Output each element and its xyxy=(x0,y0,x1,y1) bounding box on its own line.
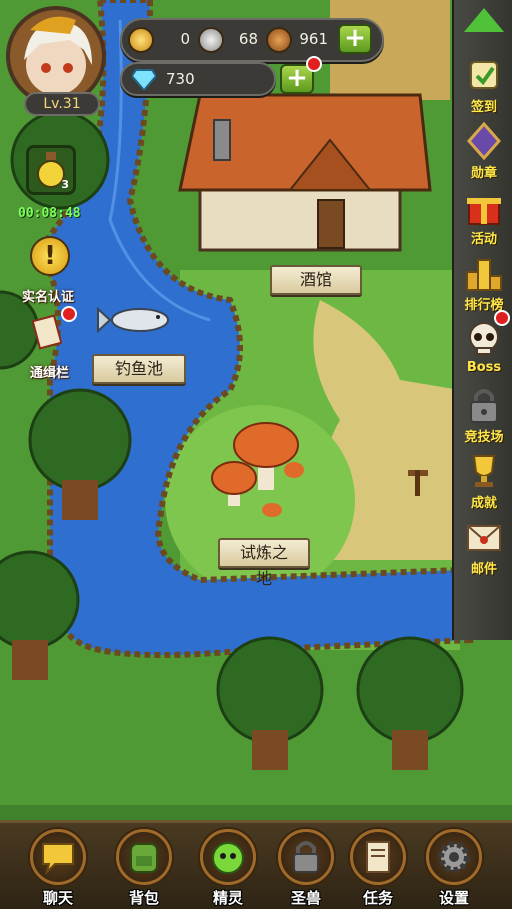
nav-label: 精灵 xyxy=(212,889,243,907)
podium-icon xyxy=(466,259,502,291)
bottom-nav: 聊天 背包 精灵 圣兽 任务 设置 xyxy=(0,820,512,909)
wanted-notification-dot xyxy=(61,306,77,322)
wanted-board-icon[interactable] xyxy=(31,314,63,350)
sidebar-label: 成就 xyxy=(470,496,497,511)
nav-holy-beast[interactable]: 圣兽 xyxy=(274,829,338,909)
medal-icon xyxy=(466,122,502,160)
sidebar-label: 勋章 xyxy=(470,166,497,181)
potion-buff-icon[interactable]: 3 xyxy=(26,145,76,195)
player-avatar[interactable] xyxy=(6,6,106,106)
realname-verify-icon[interactable]: ! xyxy=(30,236,70,276)
world-map[interactable]: 酒馆 钓鱼池 试炼之地 xyxy=(0,0,512,909)
quest-scroll-icon xyxy=(350,829,406,885)
add-coins-button[interactable]: + xyxy=(338,24,372,54)
fishing-pond-label[interactable]: 钓鱼池 xyxy=(92,354,186,384)
nav-label: 圣兽 xyxy=(290,889,321,907)
nav-label: 任务 xyxy=(362,889,393,907)
sidebar-item-boss[interactable]: Boss xyxy=(454,310,512,382)
sidebar-item-medals[interactable]: 勋章 xyxy=(454,118,512,184)
sidebar-item-checkin[interactable]: 签到 xyxy=(454,52,512,118)
tavern-label[interactable]: 酒馆 xyxy=(270,265,362,295)
skull-icon xyxy=(469,322,499,355)
nav-backpack[interactable]: 背包 xyxy=(112,829,176,909)
backpack-icon xyxy=(116,829,172,885)
nav-label: 设置 xyxy=(438,889,469,907)
sidebar-label: Boss xyxy=(466,360,502,375)
sidebar-label: 签到 xyxy=(470,100,497,115)
trophy-icon xyxy=(472,455,496,487)
sidebar-label: 邮件 xyxy=(470,562,497,577)
boss-notification-dot xyxy=(494,310,510,326)
nav-settings[interactable]: 设置 xyxy=(422,829,486,909)
nav-chat[interactable]: 聊天 xyxy=(26,829,90,909)
nav-quests[interactable]: 任务 xyxy=(346,829,410,909)
nav-spirit[interactable]: 精灵 xyxy=(196,829,260,909)
sidebar-item-arena[interactable]: 竞技场 xyxy=(454,382,512,448)
silver-amount: 68 xyxy=(238,30,258,48)
diamond-icon xyxy=(132,69,156,90)
scroll-icon xyxy=(470,61,498,89)
beast-icon xyxy=(278,829,334,885)
wanted-board-label[interactable]: 通缉栏 xyxy=(30,362,69,381)
spirit-icon xyxy=(200,829,256,885)
bronze-amount: 961 xyxy=(299,30,328,48)
player-level: Lv.31 xyxy=(24,92,100,116)
sidebar-collapse-button[interactable] xyxy=(464,8,504,32)
gold-amount: 0 xyxy=(180,30,190,48)
chat-icon xyxy=(30,829,86,885)
mail-icon xyxy=(467,525,501,551)
bronze-crown-icon xyxy=(266,27,292,53)
map-terrain xyxy=(0,0,512,909)
sidebar-item-mail[interactable]: 邮件 xyxy=(454,514,512,580)
right-sidebar: 签到 勋章 活动 排行榜 Boss 竞技场 成就 邮件 xyxy=(452,0,512,640)
potion-count: 3 xyxy=(61,178,69,191)
diamond-notification-dot xyxy=(306,56,322,72)
sidebar-item-events[interactable]: 活动 xyxy=(454,184,512,250)
nav-label: 聊天 xyxy=(42,889,73,907)
sidebar-item-achievements[interactable]: 成就 xyxy=(454,448,512,514)
trial-ground-label[interactable]: 试炼之地 xyxy=(218,538,310,588)
silver-coin-icon xyxy=(198,27,224,53)
gift-icon xyxy=(467,198,501,225)
gear-icon xyxy=(426,829,482,885)
nav-label: 背包 xyxy=(128,889,159,907)
buff-timer: 00:08:48 xyxy=(18,206,81,221)
lock-icon xyxy=(470,389,498,423)
sidebar-label: 活动 xyxy=(470,232,497,247)
realname-verify-label[interactable]: 实名认证 xyxy=(22,286,74,305)
sidebar-label: 竞技场 xyxy=(464,430,504,445)
diamond-amount: 730 xyxy=(166,70,195,88)
sidebar-item-leaderboard[interactable]: 排行榜 xyxy=(454,250,512,316)
